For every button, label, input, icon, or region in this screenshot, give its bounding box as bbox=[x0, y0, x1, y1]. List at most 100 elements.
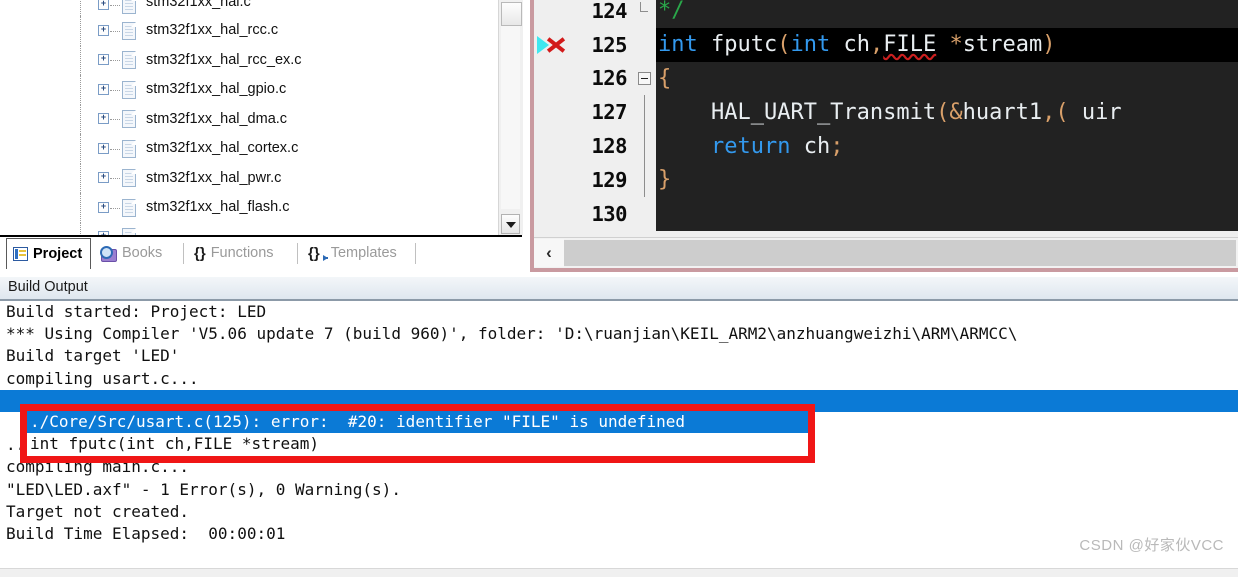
code-text[interactable]: return ch; bbox=[656, 129, 1238, 163]
tree-item[interactable]: stm32f1xx_hal_dma.c bbox=[0, 104, 508, 134]
tree-guide bbox=[80, 45, 82, 75]
tab-functions[interactable]: {} Functions bbox=[194, 238, 274, 268]
tree-item[interactable]: stm32f1xx_hal_gpio.c bbox=[0, 75, 508, 105]
tree-item[interactable]: stm32f1xx_hal_cortex.c bbox=[0, 134, 508, 164]
fold-column[interactable] bbox=[634, 197, 656, 231]
tree-item[interactable]: stm32f1xx_hal_pwr.c bbox=[0, 163, 508, 193]
c-file-icon bbox=[122, 110, 136, 129]
fold-column[interactable] bbox=[634, 0, 656, 28]
keil-uvision-window: stm32f1xx_hal.c stm32f1xx_hal_rcc.c stm3… bbox=[0, 0, 1238, 577]
fold-column[interactable] bbox=[634, 162, 656, 197]
tree-guide bbox=[80, 16, 82, 46]
expand-icon[interactable] bbox=[98, 113, 109, 125]
tree-item-label: stm32f1xx_hal_gpio.c bbox=[146, 81, 287, 97]
build-output-title: Build Output bbox=[8, 279, 88, 295]
project-tree[interactable]: stm32f1xx_hal.c stm32f1xx_hal_rcc.c stm3… bbox=[0, 0, 508, 235]
code-text[interactable]: { bbox=[656, 61, 1238, 96]
log-line[interactable]: compiling usart.c... bbox=[0, 368, 1238, 390]
tree-guide bbox=[80, 104, 82, 134]
project-pane-tabs: Project Books {} Functions {} Templates bbox=[0, 238, 530, 272]
log-line[interactable]: Build started: Project: LED bbox=[0, 301, 1238, 323]
expand-icon[interactable] bbox=[98, 172, 109, 184]
project-icon bbox=[13, 247, 28, 261]
scrollbar-track[interactable] bbox=[564, 240, 1236, 266]
scrollbar-track[interactable] bbox=[501, 26, 520, 209]
tree-dot-lead bbox=[110, 119, 120, 121]
fold-column[interactable] bbox=[634, 95, 656, 130]
scroll-down-arrow-icon[interactable] bbox=[501, 214, 520, 234]
fold-collapse-icon[interactable] bbox=[638, 72, 651, 86]
tab-label: Project bbox=[33, 246, 83, 262]
editor-pane-border bbox=[534, 268, 1238, 272]
code-line[interactable]: 127 HAL_UART_Transmit (& huart1 ,( uir bbox=[534, 95, 1238, 130]
error-marker-icon[interactable] bbox=[537, 35, 567, 55]
expand-icon[interactable] bbox=[98, 24, 109, 36]
tree-item-partial[interactable] bbox=[0, 222, 508, 235]
expand-icon[interactable] bbox=[98, 201, 109, 213]
fold-column[interactable] bbox=[634, 129, 656, 163]
gutter-marker-column[interactable] bbox=[534, 197, 570, 231]
tree-dot-lead bbox=[110, 5, 120, 6]
code-editor-body[interactable]: 124 */ 125 int fputc(int ch, FILE * stream… bbox=[534, 0, 1238, 236]
log-line[interactable]: Build Time Elapsed: 00:00:01 bbox=[0, 523, 1238, 545]
code-line[interactable]: 124 */ bbox=[534, 0, 1238, 28]
code-line[interactable]: 129 } bbox=[534, 162, 1238, 197]
tab-divider bbox=[183, 243, 184, 264]
code-line-error[interactable]: 125 int fputc(int ch, FILE * stream) bbox=[534, 27, 1238, 62]
code-line[interactable]: 126 { bbox=[534, 61, 1238, 96]
gutter-marker-column[interactable] bbox=[534, 28, 570, 62]
code-editor-pane: 124 */ 125 int fputc(int ch, FILE * stream… bbox=[530, 0, 1238, 272]
log-line[interactable]: *** Using Compiler 'V5.06 update 7 (buil… bbox=[0, 323, 1238, 345]
code-text[interactable] bbox=[656, 196, 1238, 231]
log-line[interactable]: Target not created. bbox=[0, 501, 1238, 523]
build-output-panel: Build Output Build started: Project: LED… bbox=[0, 277, 1238, 569]
gutter-marker-column[interactable] bbox=[534, 129, 570, 163]
code-line[interactable]: 130 bbox=[534, 196, 1238, 231]
tree-dot-lead bbox=[110, 89, 120, 91]
tab-project[interactable]: Project bbox=[6, 238, 92, 269]
scrollbar-thumb[interactable] bbox=[501, 2, 522, 26]
tree-guide bbox=[80, 222, 82, 235]
tree-item-label: stm32f1xx_hal_dma.c bbox=[146, 110, 288, 127]
tab-label: Books bbox=[122, 245, 163, 261]
fold-column[interactable] bbox=[634, 62, 656, 96]
tree-item[interactable]: stm32f1xx_hal.c bbox=[0, 0, 508, 16]
code-text[interactable]: int fputc(int ch, FILE * stream) bbox=[656, 27, 1238, 62]
annotation-line-error: ./Core/Src/usart.c(125): error: #20: ide… bbox=[27, 411, 808, 434]
log-line[interactable]: Build target 'LED' bbox=[0, 345, 1238, 367]
tree-dot-lead bbox=[110, 60, 120, 62]
tab-books[interactable]: Books bbox=[100, 238, 162, 268]
gutter-marker-column[interactable] bbox=[534, 163, 570, 197]
pane-separator bbox=[0, 235, 522, 237]
expand-icon[interactable] bbox=[98, 54, 109, 66]
tab-label: Templates bbox=[330, 245, 397, 261]
c-file-icon bbox=[122, 51, 136, 70]
tree-item-label: stm32f1xx_hal_cortex.c bbox=[146, 140, 299, 156]
tree-item[interactable]: stm32f1xx_hal_rcc.c bbox=[0, 16, 508, 46]
code-line[interactable]: 128 return ch; bbox=[534, 129, 1238, 163]
gutter-marker-column[interactable] bbox=[534, 62, 570, 96]
tree-item-label: stm32f1xx_hal.c bbox=[146, 0, 251, 10]
tree-item[interactable]: stm32f1xx_hal_rcc_ex.c bbox=[0, 45, 508, 75]
gutter-marker-column[interactable] bbox=[534, 0, 570, 28]
fold-column[interactable] bbox=[634, 28, 656, 62]
expand-icon[interactable] bbox=[98, 83, 109, 95]
code-text[interactable]: HAL_UART_Transmit (& huart1 ,( uir bbox=[656, 95, 1238, 130]
project-tree-vertical-scrollbar[interactable] bbox=[498, 0, 523, 235]
tab-templates[interactable]: {} Templates bbox=[308, 238, 397, 268]
line-number: 124 bbox=[591, 0, 627, 23]
code-text[interactable]: } bbox=[656, 162, 1238, 197]
editor-horizontal-scrollbar[interactable]: ‹ bbox=[534, 237, 1238, 268]
tree-dot-lead bbox=[110, 207, 120, 209]
scroll-left-arrow-icon[interactable]: ‹ bbox=[534, 239, 564, 267]
log-line[interactable]: "LED\LED.axf" - 1 Error(s), 0 Warning(s)… bbox=[0, 479, 1238, 501]
tree-guide bbox=[80, 0, 82, 16]
project-pane: stm32f1xx_hal.c stm32f1xx_hal_rcc.c stm3… bbox=[0, 0, 523, 275]
code-text[interactable]: */ bbox=[656, 0, 1238, 28]
expand-icon[interactable] bbox=[98, 0, 109, 10]
tree-item[interactable]: stm32f1xx_hal_flash.c bbox=[0, 193, 508, 223]
tree-guide bbox=[80, 75, 82, 105]
gutter-marker-column[interactable] bbox=[534, 95, 570, 129]
expand-icon[interactable] bbox=[98, 142, 109, 154]
c-file-icon bbox=[122, 80, 136, 99]
